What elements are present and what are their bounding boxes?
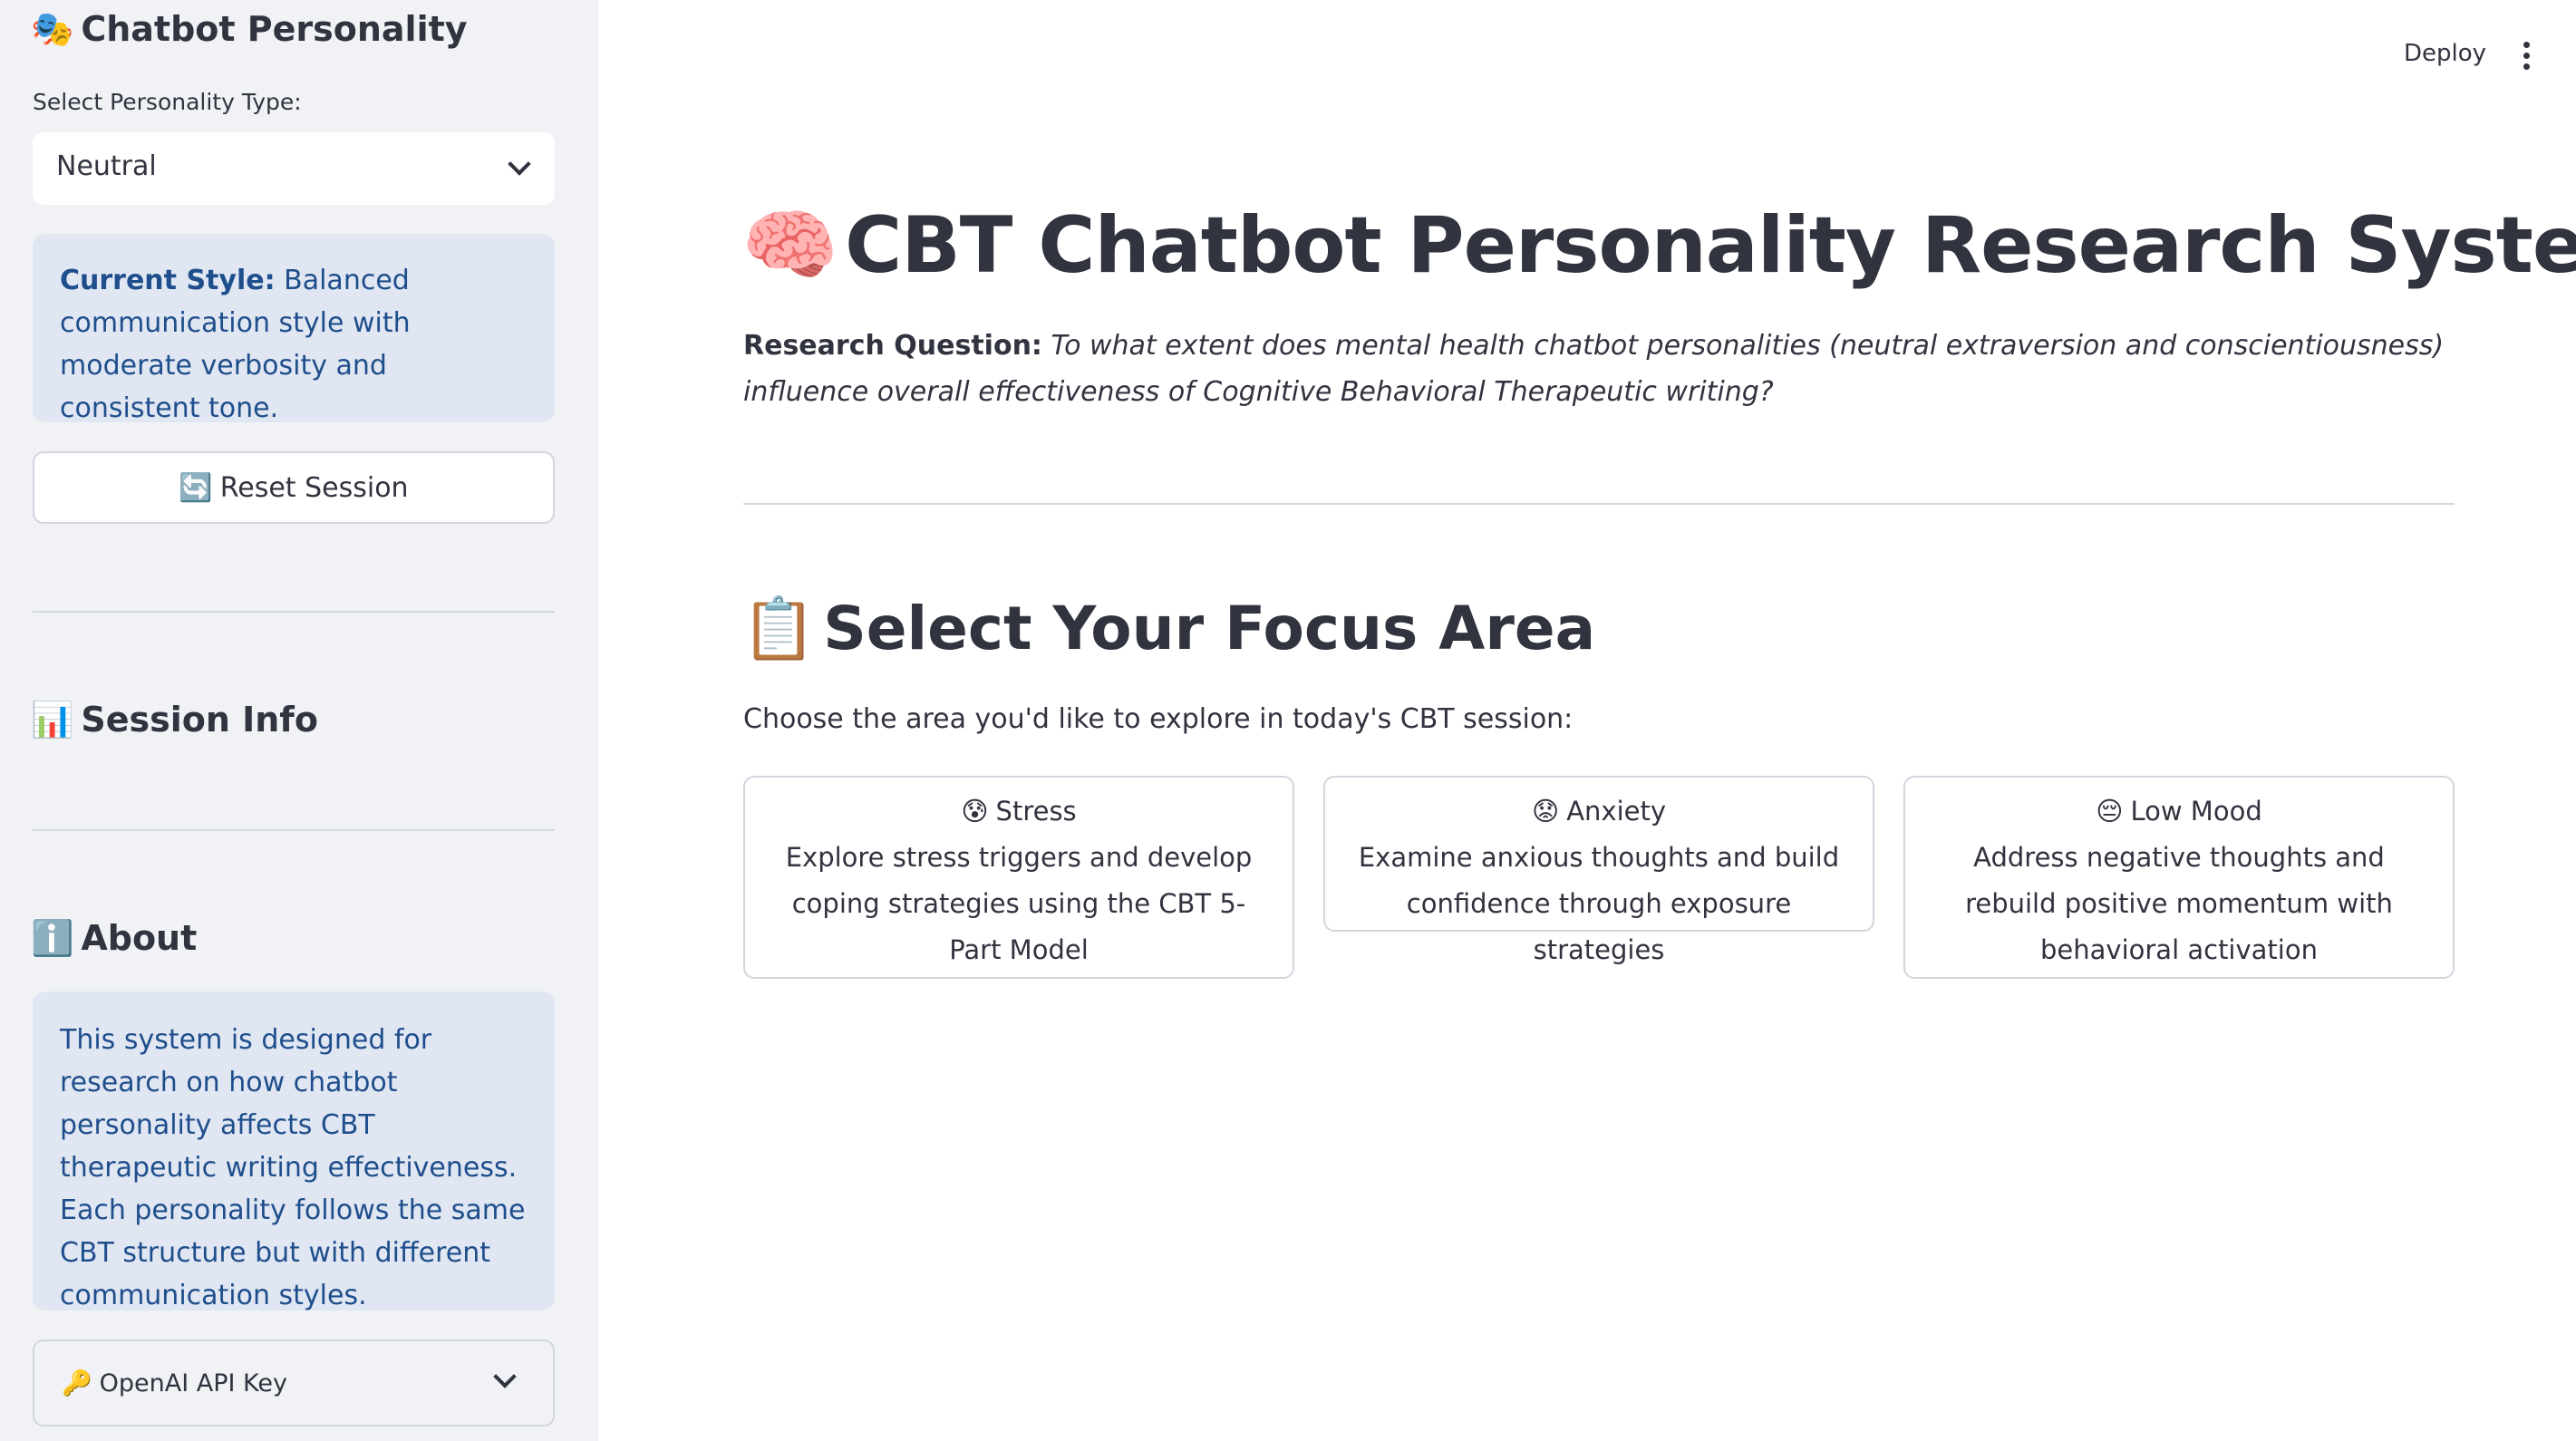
focus-card-low-mood[interactable]: 😔 Low Mood Address negative thoughts and … <box>1903 776 2455 979</box>
research-question-label: Research Question: <box>743 330 1042 362</box>
anxious-face-icon: 😰 <box>961 796 989 827</box>
openai-api-key-label: 🔑 OpenAI API Key <box>62 1368 287 1397</box>
session-info-heading: 📊 Session Info <box>31 700 318 740</box>
sidebar-title-text: Chatbot Personality <box>81 9 468 49</box>
reset-session-label: Reset Session <box>219 471 409 504</box>
pensive-face-icon: 😔 <box>2096 796 2124 827</box>
page-title: 🧠CBT Chatbot Personality Research System <box>741 199 2576 291</box>
menu-dot <box>2523 42 2530 48</box>
deploy-button[interactable]: Deploy <box>2404 40 2486 67</box>
focus-card-title: 😔 Low Mood <box>1932 788 2426 835</box>
info-icon: ℹ️ <box>31 918 74 958</box>
theater-masks-icon: 🎭 <box>31 9 74 49</box>
focus-card-title-text: Anxiety <box>1566 796 1667 827</box>
menu-dot <box>2523 63 2530 70</box>
chevron-down-icon <box>508 152 531 176</box>
focus-card-title-text: Stress <box>995 796 1077 827</box>
about-heading: ℹ️ About <box>31 918 197 959</box>
focus-area-heading: 📋 Select Your Focus Area <box>741 594 1595 664</box>
more-options-icon[interactable] <box>2523 42 2531 70</box>
focus-card-title: 😰 Stress <box>772 788 1265 835</box>
focus-card-stress[interactable]: 😰 Stress Explore stress triggers and deve… <box>743 776 1294 979</box>
about-heading-text: About <box>81 918 198 958</box>
worried-face-icon: 😟 <box>1531 796 1560 827</box>
personality-select-value: Neutral <box>56 150 157 182</box>
openai-api-key-text: OpenAI API Key <box>99 1369 288 1397</box>
sidebar: 🎭 Chatbot Personality Select Personality … <box>0 0 598 1441</box>
clipboard-icon: 📋 <box>741 594 817 663</box>
about-box: This system is designed for research on … <box>33 991 555 1311</box>
brain-icon: 🧠 <box>741 200 838 291</box>
personality-select-label: Select Personality Type: <box>33 89 302 115</box>
personality-select[interactable]: Neutral <box>33 132 555 205</box>
refresh-icon: 🔄 <box>179 471 213 504</box>
key-icon: 🔑 <box>62 1369 92 1397</box>
focus-card-description: Examine anxious thoughts and build confi… <box>1358 842 1840 965</box>
reset-session-button[interactable]: 🔄 Reset Session <box>33 451 555 524</box>
focus-area-instructions: Choose the area you'd like to explore in… <box>743 703 1574 735</box>
session-info-text: Session Info <box>81 700 318 740</box>
sidebar-title: 🎭 Chatbot Personality <box>31 9 468 50</box>
sidebar-divider <box>33 829 555 831</box>
focus-area-heading-text: Select Your Focus Area <box>823 594 1596 663</box>
sidebar-divider <box>33 611 555 613</box>
research-question: Research Question: To what extent does m… <box>743 323 2465 415</box>
chevron-down-icon <box>493 1365 517 1388</box>
menu-dot <box>2523 53 2530 59</box>
current-style-box: Current Style: Balanced communication st… <box>33 234 555 424</box>
focus-card-title: 😟 Anxiety <box>1352 788 1845 835</box>
main-divider <box>743 503 2455 505</box>
focus-card-description: Address negative thoughts and rebuild po… <box>1965 842 2393 965</box>
bar-chart-icon: 📊 <box>31 700 74 740</box>
focus-card-description: Explore stress triggers and develop copi… <box>785 842 1253 965</box>
focus-card-anxiety[interactable]: 😟 Anxiety Examine anxious thoughts and bu… <box>1323 776 1874 965</box>
page-title-text: CBT Chatbot Personality Research System <box>845 200 2576 291</box>
focus-card-title-text: Low Mood <box>2130 796 2262 827</box>
current-style-label: Current Style: <box>60 265 276 296</box>
openai-api-key-expander[interactable]: 🔑 OpenAI API Key <box>33 1339 555 1426</box>
